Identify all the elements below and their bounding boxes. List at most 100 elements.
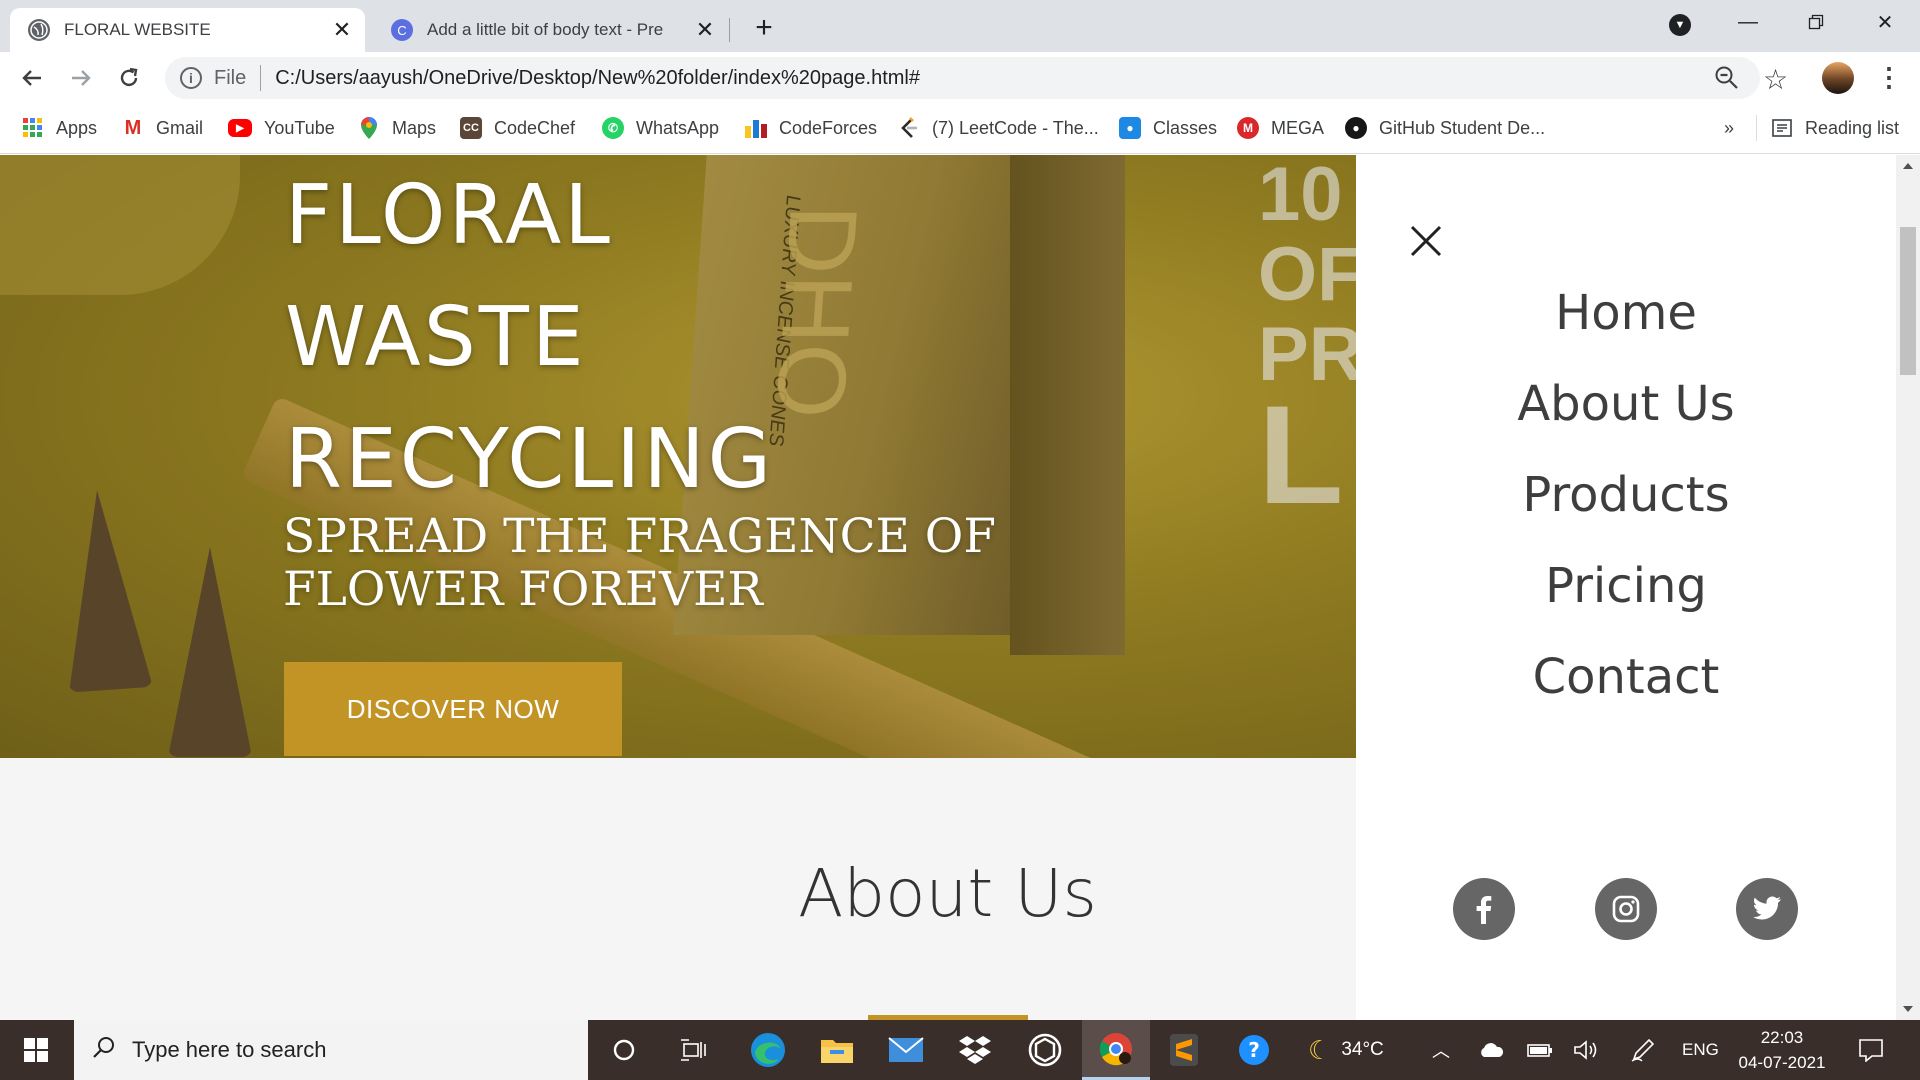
restore-icon (1808, 14, 1824, 30)
tab-title: FLORAL WEBSITE (64, 20, 211, 39)
close-menu-icon[interactable] (1406, 221, 1446, 261)
forward-button[interactable] (63, 60, 99, 96)
globe-icon (28, 19, 50, 41)
back-button[interactable] (14, 60, 50, 96)
weather-widget[interactable]: ☾ 34°C (1308, 1020, 1384, 1080)
clock[interactable]: 22:03 04-07-2021 (1730, 1020, 1834, 1080)
canva-icon: C (391, 19, 413, 41)
hero-title-line: RECYCLING (285, 412, 775, 507)
leetcode-icon (898, 117, 920, 139)
taskbar-search-box[interactable]: Type here to search (74, 1020, 588, 1080)
dropbox-icon[interactable] (941, 1020, 1009, 1080)
bookmark-github[interactable]: ● GitHub Student De... (1345, 115, 1545, 141)
address-divider (260, 65, 262, 91)
pen-workspace-icon[interactable] (1630, 1020, 1656, 1080)
input-language[interactable]: ENG (1682, 1020, 1719, 1080)
web-page: LUXURY INCENSE CONES DHO 10 OF PR L FLOR… (0, 155, 1920, 1020)
bookmark-codechef[interactable]: CC CodeChef (460, 115, 575, 141)
bookmark-label: Classes (1153, 117, 1218, 138)
github-icon: ● (1345, 117, 1367, 139)
tab-divider (729, 18, 730, 42)
bookmark-mega[interactable]: M MEGA (1237, 115, 1324, 141)
windows-taskbar: Type here to search ? ☾ 34°C ︿ ENG 22:03… (0, 1020, 1920, 1080)
help-icon[interactable]: ? (1220, 1020, 1288, 1080)
restore-button[interactable] (1781, 0, 1851, 44)
nav-link-pricing[interactable]: Pricing (1356, 558, 1896, 614)
show-hidden-icons-icon[interactable]: ︿ (1432, 1020, 1450, 1080)
new-tab-button[interactable]: + (748, 11, 780, 44)
bookmark-label: Gmail (156, 117, 204, 138)
minimize-button[interactable]: — (1713, 0, 1783, 44)
profile-avatar[interactable] (1822, 62, 1854, 94)
zoom-icon[interactable] (1714, 65, 1740, 96)
site-info-icon[interactable]: i (180, 67, 202, 89)
search-icon (92, 1035, 116, 1065)
windows-logo-icon (24, 1038, 48, 1062)
file-explorer-icon[interactable] (803, 1020, 871, 1080)
sublime-text-icon[interactable] (1150, 1020, 1218, 1080)
close-tab-icon[interactable]: ✕ (331, 17, 353, 42)
hero-title-line: FLORAL (285, 168, 613, 263)
twitter-icon[interactable] (1736, 878, 1798, 940)
nav-link-contact[interactable]: Contact (1356, 649, 1896, 705)
bookmark-label: GitHub Student De... (1379, 117, 1546, 138)
youtube-icon: ▶ (228, 119, 252, 137)
clock-date: 04-07-2021 (1738, 1053, 1826, 1072)
mega-icon: M (1237, 117, 1259, 139)
hero-section: LUXURY INCENSE CONES DHO 10 OF PR L FLOR… (0, 155, 1356, 758)
facebook-icon[interactable] (1453, 878, 1515, 940)
address-bar[interactable]: i File C:/Users/aayush/OneDrive/Desktop/… (165, 57, 1760, 99)
volume-icon[interactable] (1573, 1020, 1599, 1080)
reload-button[interactable] (111, 60, 147, 96)
chrome-taskbar-icon[interactable] (1082, 1020, 1150, 1080)
browser-toolbar: i File C:/Users/aayush/OneDrive/Desktop/… (0, 52, 1920, 103)
reading-list-label: Reading list (1805, 117, 1900, 138)
bookmark-label: Apps (56, 117, 98, 138)
tab-title: Add a little bit of body text - Pre (427, 20, 664, 39)
close-tab-icon[interactable]: ✕ (694, 17, 716, 42)
nav-link-about-us[interactable]: About Us (1356, 376, 1896, 432)
onedrive-icon[interactable] (1478, 1020, 1504, 1080)
edge-browser-icon[interactable] (734, 1020, 802, 1080)
hero-background-text: 10 OF PR L (1258, 155, 1356, 533)
scroll-up-arrow-icon[interactable] (1903, 163, 1913, 169)
tab-floral-website[interactable]: FLORAL WEBSITE ✕ (10, 8, 365, 52)
unity-hub-icon[interactable] (1011, 1020, 1079, 1080)
scroll-down-arrow-icon[interactable] (1903, 1006, 1913, 1012)
bookmark-leetcode[interactable]: (7) LeetCode - The... (898, 115, 1099, 141)
bookmark-classes[interactable]: ● Classes (1119, 115, 1217, 141)
bookmark-star-icon[interactable]: ☆ (1763, 63, 1788, 96)
bookmark-gmail[interactable]: M Gmail (122, 115, 203, 141)
tab-canva[interactable]: C Add a little bit of body text - Pre ✕ (373, 8, 728, 52)
instagram-icon[interactable] (1595, 878, 1657, 940)
bookmark-youtube[interactable]: ▶ YouTube (228, 115, 335, 141)
cortana-icon[interactable] (590, 1020, 658, 1080)
reading-list-button[interactable]: Reading list (1771, 115, 1899, 141)
bookmark-apps[interactable]: Apps (22, 115, 97, 141)
bookmark-label: MEGA (1271, 117, 1325, 138)
mail-icon[interactable] (872, 1020, 940, 1080)
tab-search-icon[interactable]: ▼ (1669, 14, 1691, 36)
bookmark-maps[interactable]: Maps (358, 115, 436, 141)
nav-link-home[interactable]: Home (1356, 285, 1896, 341)
notification-center-icon[interactable] (1858, 1020, 1884, 1080)
scrollbar-thumb[interactable] (1900, 227, 1916, 375)
bookmark-label: CodeForces (779, 117, 878, 138)
apps-grid-icon (22, 117, 44, 139)
bookmark-codeforces[interactable]: CodeForces (745, 115, 877, 141)
discover-now-button[interactable]: DISCOVER NOW (284, 662, 622, 756)
url-text[interactable]: C:/Users/aayush/OneDrive/Desktop/New%20f… (275, 67, 920, 90)
hero-subtitle: SPREAD THE FRAGENCE OF FLOWER FOREVER (283, 509, 996, 617)
nav-link-products[interactable]: Products (1356, 467, 1896, 523)
task-view-icon[interactable] (659, 1020, 727, 1080)
close-window-button[interactable]: ✕ (1850, 0, 1920, 44)
bookmarks-divider (1756, 115, 1757, 141)
more-bookmarks-button[interactable]: » (1724, 115, 1734, 141)
bookmark-whatsapp[interactable]: ✆ WhatsApp (602, 115, 719, 141)
page-scrollbar[interactable] (1896, 155, 1920, 1020)
start-button[interactable] (0, 1020, 72, 1080)
browser-menu-icon[interactable]: ⋮ (1876, 62, 1902, 92)
tab-strip: FLORAL WEBSITE ✕ C Add a little bit of b… (0, 0, 1920, 52)
battery-icon[interactable] (1527, 1020, 1553, 1080)
maps-pin-icon (358, 117, 380, 139)
